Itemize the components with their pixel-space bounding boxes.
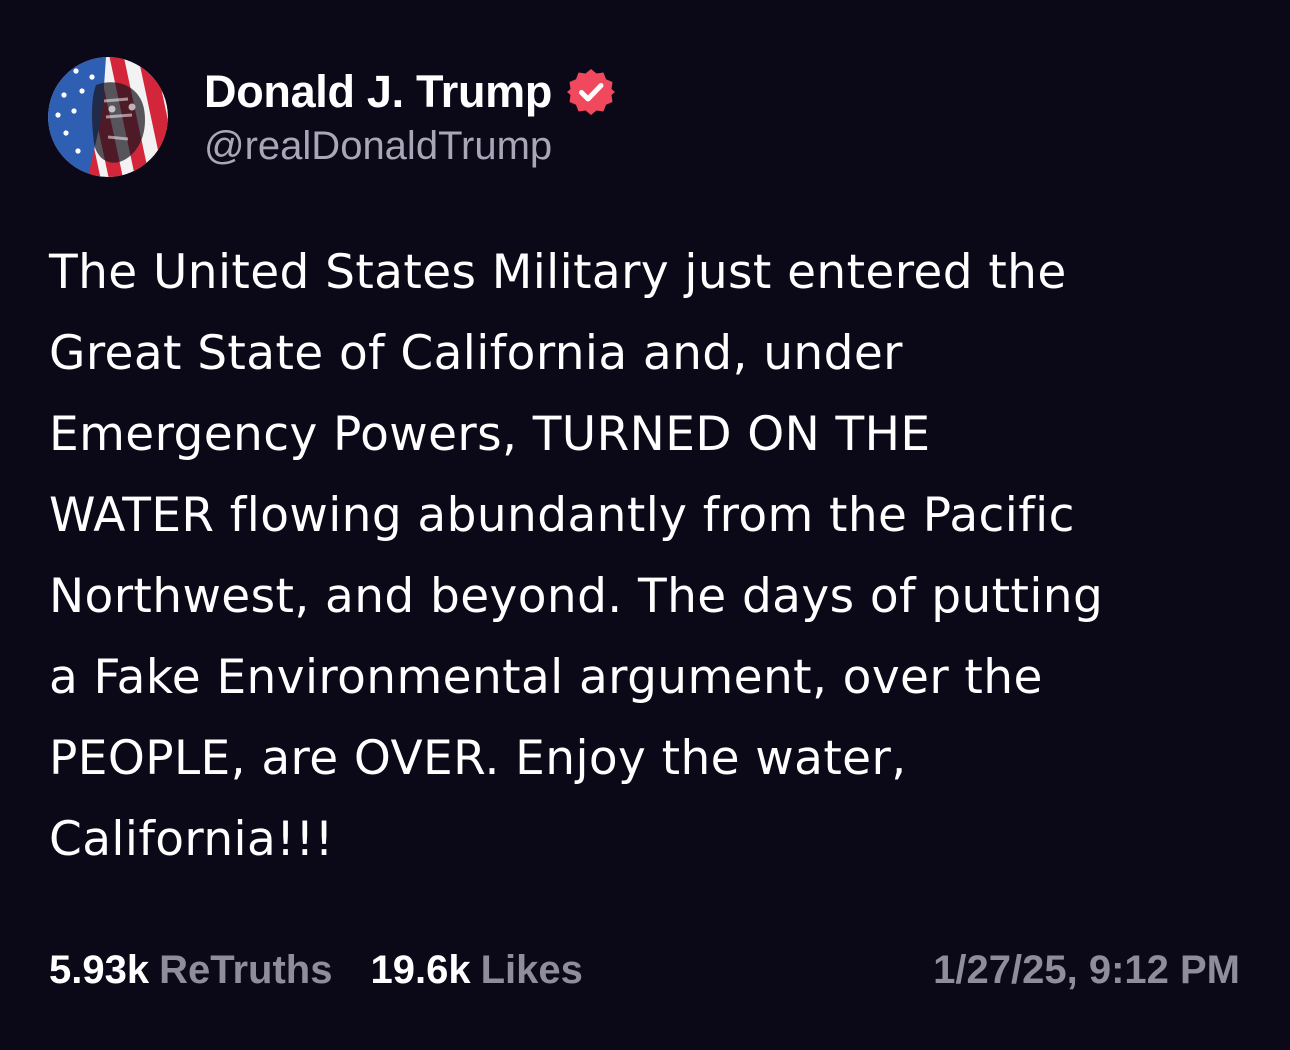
post-header: Donald J. Trump @realDonaldTrump bbox=[48, 56, 616, 178]
truth-post: Donald J. Trump @realDonaldTrump The Uni… bbox=[0, 0, 1290, 1050]
verified-badge-icon bbox=[566, 67, 616, 117]
name-row: Donald J. Trump bbox=[204, 62, 616, 122]
author-display-name[interactable]: Donald J. Trump bbox=[204, 66, 552, 118]
likes-count: 19.6k bbox=[370, 947, 471, 992]
likes-stat[interactable]: 19.6k Likes bbox=[370, 948, 582, 993]
avatar[interactable] bbox=[48, 57, 168, 177]
likes-label: Likes bbox=[480, 947, 583, 992]
post-footer: 5.93k ReTruths 19.6k Likes 1/27/25, 9:12… bbox=[49, 940, 1240, 1000]
post-body-text: The United States Military just entered … bbox=[49, 245, 1104, 867]
retruths-count: 5.93k bbox=[49, 947, 150, 992]
avatar-image bbox=[48, 57, 168, 177]
retruths-stat[interactable]: 5.93k ReTruths bbox=[49, 948, 332, 993]
retruths-label: ReTruths bbox=[159, 947, 333, 992]
post-timestamp: 1/27/25, 9:12 PM bbox=[933, 947, 1240, 992]
author-handle[interactable]: @realDonaldTrump bbox=[204, 124, 616, 169]
author-identity: Donald J. Trump @realDonaldTrump bbox=[204, 62, 616, 169]
